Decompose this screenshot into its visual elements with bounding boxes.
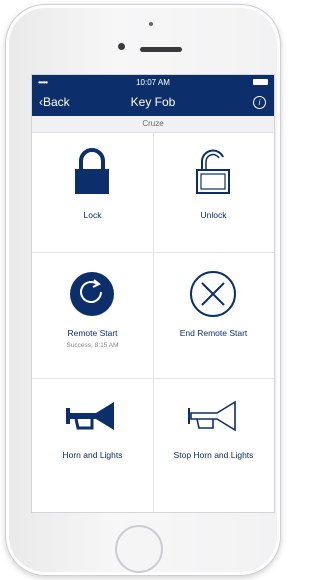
horn-icon <box>66 402 114 430</box>
end-remote-start-icon <box>190 271 236 317</box>
lock-label: Lock <box>83 210 102 220</box>
stop-horn-icon <box>188 400 236 432</box>
unlock-button[interactable]: Unlock <box>153 132 274 252</box>
stop-horn-and-lights-button[interactable]: Stop Horn and Lights <box>153 378 274 512</box>
app-screen: ••••• 10:07 AM ‹Back Key Fob i Cruze Loc… <box>31 74 275 513</box>
status-time: 10:07 AM <box>136 78 170 87</box>
page-title: Key Fob <box>130 95 176 109</box>
nav-bar: ‹Back Key Fob i <box>32 89 274 116</box>
unlock-icon <box>196 149 230 194</box>
front-sensor <box>149 22 153 26</box>
earpiece-speaker <box>140 47 182 52</box>
front-camera <box>118 43 125 50</box>
status-bar: ••••• 10:07 AM <box>32 75 274 89</box>
remote-start-icon <box>70 272 114 316</box>
remote-start-status: Success, 8:15 AM <box>66 342 119 349</box>
remote-start-button[interactable]: Remote Start Success, 8:15 AM <box>32 252 153 378</box>
lock-icon <box>75 148 109 194</box>
action-grid: Lock Unlock Remote Start Success, 8:15 A… <box>32 132 274 512</box>
horn-and-lights-label: Horn and Lights <box>62 450 123 460</box>
horn-and-lights-button[interactable]: Horn and Lights <box>32 378 153 512</box>
end-remote-start-button[interactable]: End Remote Start <box>153 252 274 378</box>
home-button[interactable] <box>115 525 163 573</box>
battery-icon <box>253 79 268 85</box>
info-icon[interactable]: i <box>253 96 266 109</box>
lock-button[interactable]: Lock <box>32 132 153 252</box>
unlock-label: Unlock <box>200 210 227 220</box>
stop-horn-and-lights-label: Stop Horn and Lights <box>173 450 254 460</box>
end-remote-start-label: End Remote Start <box>179 328 248 338</box>
remote-start-label: Remote Start <box>67 328 118 338</box>
vehicle-name: Cruze <box>32 116 274 133</box>
